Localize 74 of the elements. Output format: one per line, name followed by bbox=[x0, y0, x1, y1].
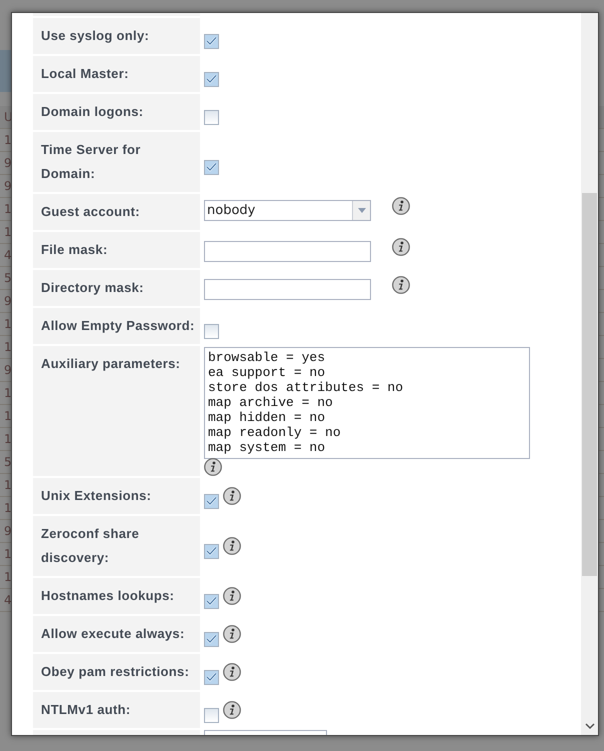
field-label: Unix Extensions: bbox=[41, 487, 152, 505]
background-table-cell-text: 9 bbox=[3, 178, 12, 195]
field-label: Allow execute always: bbox=[41, 625, 185, 643]
text-field[interactable] bbox=[204, 279, 371, 300]
background-table-cell-text: 1 bbox=[3, 132, 12, 149]
field-label: File mask: bbox=[41, 241, 108, 259]
info-icon[interactable] bbox=[392, 197, 410, 215]
checkbox[interactable] bbox=[204, 594, 219, 608]
info-icon[interactable] bbox=[223, 663, 241, 681]
input-field[interactable] bbox=[204, 730, 327, 735]
field-label: Zeroconf share discovery: bbox=[41, 525, 140, 567]
background-table-cell-text: 1 bbox=[3, 546, 12, 563]
background-table-cell-text: 5 bbox=[3, 270, 12, 287]
background-table-cell-text: 1 bbox=[3, 569, 12, 586]
info-icon[interactable] bbox=[223, 487, 241, 505]
text-field[interactable] bbox=[204, 241, 371, 262]
field-label: NTLMv1 auth: bbox=[41, 701, 131, 719]
field-label: Domain logons: bbox=[41, 103, 144, 121]
checkbox[interactable] bbox=[204, 708, 219, 722]
background-table-cell-text: 1 bbox=[3, 224, 12, 241]
field-label: Auxiliary parameters: bbox=[41, 355, 180, 373]
checkbox[interactable] bbox=[204, 72, 219, 86]
background-table-cell-text: 9 bbox=[3, 155, 12, 172]
checkmark-icon bbox=[206, 596, 217, 606]
background-table-cell-text: 4 bbox=[3, 592, 12, 609]
textarea-field[interactable]: browsable = yes ea support = no store dos attributes = no map archive = no map hidden = no map readonly = no map system = no bbox=[204, 347, 530, 459]
background-table-cell-text: 1 bbox=[3, 339, 12, 356]
background-table-cell-text: 9 bbox=[3, 293, 12, 310]
scroll-down-icon[interactable] bbox=[584, 723, 594, 730]
info-icon[interactable] bbox=[223, 625, 241, 643]
field-label: Guest account: bbox=[41, 203, 140, 221]
info-icon[interactable] bbox=[392, 238, 410, 256]
field-label: Time Server for Domain: bbox=[41, 141, 142, 183]
background-table-cell-text: 1 bbox=[3, 431, 12, 448]
checkbox[interactable] bbox=[204, 34, 219, 48]
background-table-cell-text: 1 bbox=[3, 316, 12, 333]
field-label: Use syslog only: bbox=[41, 27, 150, 45]
background-table-cell-text: 5 bbox=[3, 454, 12, 471]
info-icon[interactable] bbox=[392, 276, 410, 294]
guest-account-select[interactable]: nobody bbox=[204, 200, 371, 221]
background-table-cell-text: 4 bbox=[3, 247, 12, 264]
scrollbar-thumb[interactable] bbox=[582, 193, 597, 576]
info-icon[interactable] bbox=[223, 537, 241, 555]
checkmark-icon bbox=[206, 74, 217, 84]
checkbox[interactable] bbox=[204, 110, 219, 124]
checkbox[interactable] bbox=[204, 670, 219, 684]
background-table-cell-text: 1 bbox=[3, 385, 12, 402]
background-table-cell-text: 9 bbox=[3, 523, 12, 540]
dropdown-caret-icon bbox=[358, 208, 366, 213]
background-table-cell-text: 1 bbox=[3, 477, 12, 494]
field-label: Local Master: bbox=[41, 65, 129, 83]
checkbox[interactable] bbox=[204, 544, 219, 558]
checkmark-icon bbox=[206, 634, 217, 644]
field-label: Allow Empty Password: bbox=[41, 317, 195, 335]
background-table-cell-text: 9 bbox=[3, 362, 12, 379]
checkmark-icon bbox=[206, 496, 217, 506]
field-label: Hostnames lookups: bbox=[41, 587, 174, 605]
background-table-cell-text: 1 bbox=[3, 201, 12, 218]
background-table-cell-text: 1 bbox=[3, 408, 12, 425]
checkmark-icon bbox=[206, 36, 217, 46]
checkmark-icon bbox=[206, 546, 217, 556]
checkmark-icon bbox=[206, 672, 217, 682]
background-table-cell-text: 1 bbox=[3, 500, 12, 517]
checkbox[interactable] bbox=[204, 632, 219, 646]
info-icon[interactable] bbox=[223, 587, 241, 605]
info-icon[interactable] bbox=[223, 701, 241, 719]
checkbox[interactable] bbox=[204, 494, 219, 508]
info-icon[interactable] bbox=[204, 458, 222, 476]
field-label: Obey pam restrictions: bbox=[41, 663, 190, 681]
checkbox[interactable] bbox=[204, 324, 219, 338]
checkbox[interactable] bbox=[204, 160, 219, 174]
field-label: Directory mask: bbox=[41, 279, 144, 297]
scrollbar[interactable] bbox=[581, 13, 598, 735]
checkmark-icon bbox=[206, 162, 217, 172]
